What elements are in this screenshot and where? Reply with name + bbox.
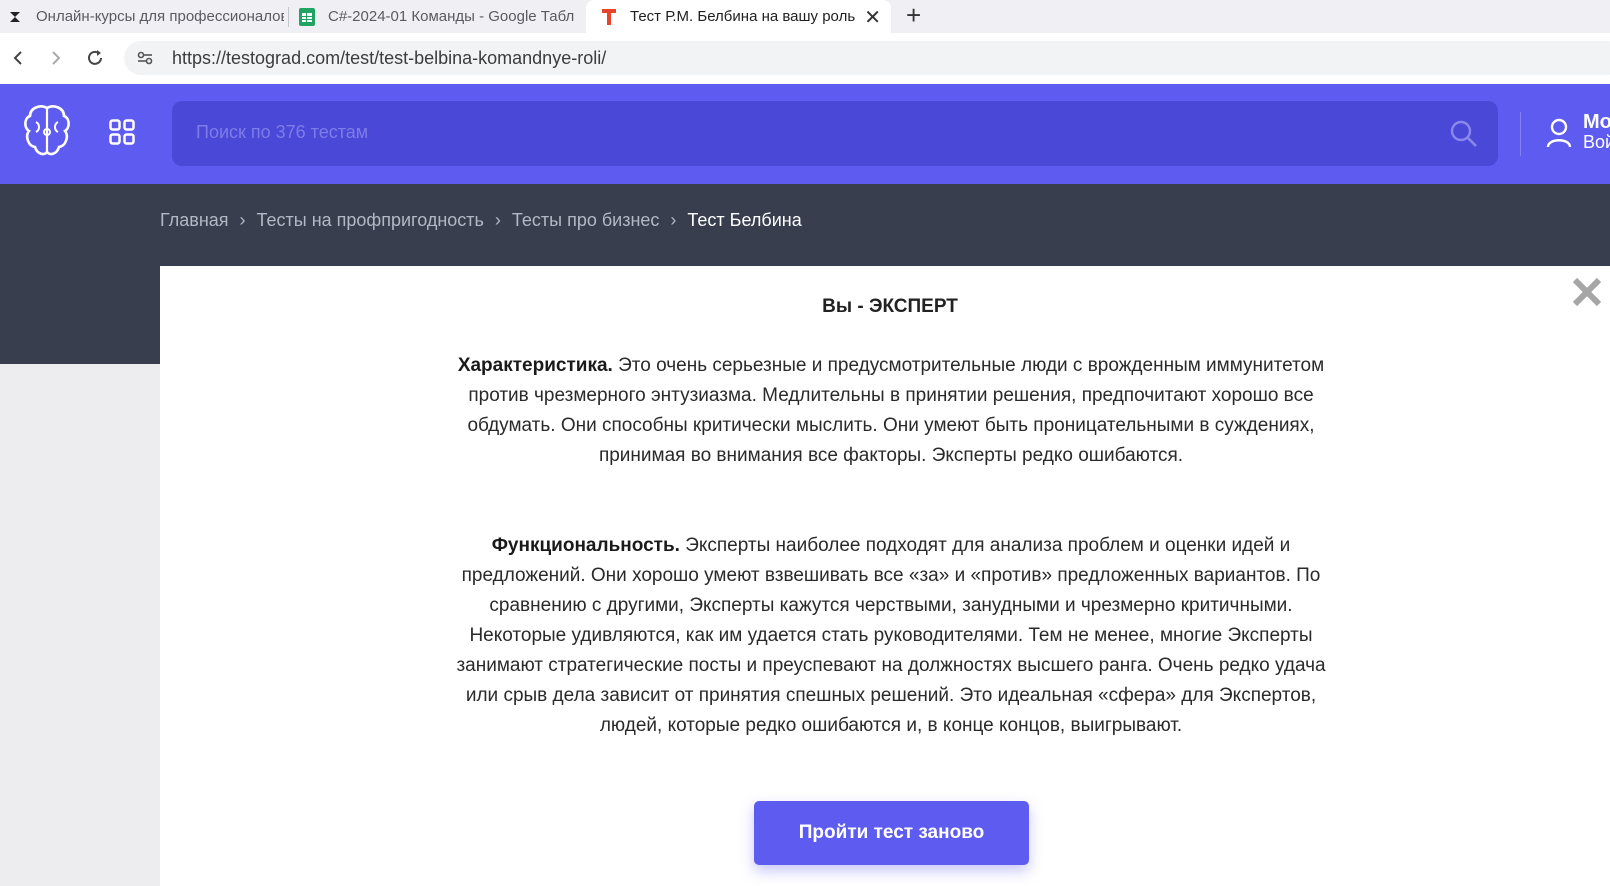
breadcrumb-profession-tests[interactable]: Тесты на профпригодность bbox=[257, 210, 484, 231]
url-field[interactable]: https://testograd.com/test/test-belbina-… bbox=[124, 41, 1610, 75]
back-icon[interactable] bbox=[2, 42, 34, 74]
functionality-paragraph: Функциональность. Эксперты наиболее подх… bbox=[455, 531, 1327, 741]
search-icon[interactable] bbox=[1450, 120, 1478, 153]
close-tab-icon[interactable]: ✕ bbox=[864, 5, 881, 30]
account-link[interactable]: Мо Вой bbox=[1583, 112, 1610, 152]
user-icon[interactable] bbox=[1546, 118, 1572, 153]
site-settings-icon[interactable] bbox=[136, 49, 154, 72]
tab-title: Онлайн-курсы для профессионалов bbox=[36, 8, 284, 25]
breadcrumb-separator: › bbox=[670, 210, 677, 230]
breadcrumb-separator: › bbox=[494, 210, 501, 230]
brain-logo-icon[interactable] bbox=[22, 102, 72, 158]
search-input[interactable]: Поиск по 376 тестам bbox=[172, 101, 1498, 166]
breadcrumb-separator: › bbox=[239, 210, 246, 230]
login-link: Вой bbox=[1583, 132, 1610, 152]
browser-tab-active[interactable]: Тест Р.М. Белбина на вашу роль ✕ bbox=[586, 0, 891, 33]
result-title: Вы - ЭКСПЕРТ bbox=[822, 296, 958, 317]
tab-divider bbox=[288, 7, 289, 27]
account-title: Мо bbox=[1583, 111, 1610, 133]
functionality-text: Эксперты наиболее подходят для анализа п… bbox=[456, 535, 1326, 736]
characteristic-paragraph: Характеристика. Это очень серьезные и пр… bbox=[455, 351, 1327, 471]
google-sheets-icon bbox=[298, 7, 316, 26]
breadcrumb-home[interactable]: Главная bbox=[160, 210, 229, 231]
site-header: Поиск по 376 тестам Мо Вой bbox=[0, 84, 1610, 184]
breadcrumb-current: Тест Белбина bbox=[687, 210, 802, 230]
testograd-t-icon bbox=[600, 8, 618, 26]
browser-tab-bar: Онлайн-курсы для профессионалов C#-2024-… bbox=[0, 0, 1610, 33]
retake-test-button[interactable]: Пройти тест заново bbox=[754, 801, 1029, 865]
breadcrumb-business-tests[interactable]: Тесты про бизнес bbox=[512, 210, 660, 231]
reload-icon[interactable] bbox=[79, 42, 111, 74]
browser-tab-skillbox[interactable]: Онлайн-курсы для профессионалов bbox=[6, 0, 284, 33]
tab-title: C#-2024-01 Команды - Google Табли bbox=[328, 8, 574, 25]
search-placeholder: Поиск по 376 тестам bbox=[196, 122, 369, 142]
breadcrumb: Главная › Тесты на профпригодность › Тес… bbox=[160, 210, 802, 231]
url-text: https://testograd.com/test/test-belbina-… bbox=[172, 48, 607, 68]
header-divider bbox=[1520, 112, 1521, 156]
forward-icon[interactable] bbox=[40, 42, 72, 74]
tab-title: Тест Р.М. Белбина на вашу роль bbox=[630, 8, 855, 25]
browser-tab-google-sheets[interactable]: C#-2024-01 Команды - Google Табли bbox=[298, 0, 574, 33]
characteristic-label: Характеристика. bbox=[457, 355, 613, 376]
address-bar-row: https://testograd.com/test/test-belbina-… bbox=[0, 33, 1610, 84]
new-tab-icon[interactable]: + bbox=[906, 1, 921, 29]
categories-grid-icon[interactable] bbox=[109, 119, 135, 150]
functionality-label: Функциональность. bbox=[491, 535, 680, 556]
skillbox-icon bbox=[6, 8, 24, 26]
